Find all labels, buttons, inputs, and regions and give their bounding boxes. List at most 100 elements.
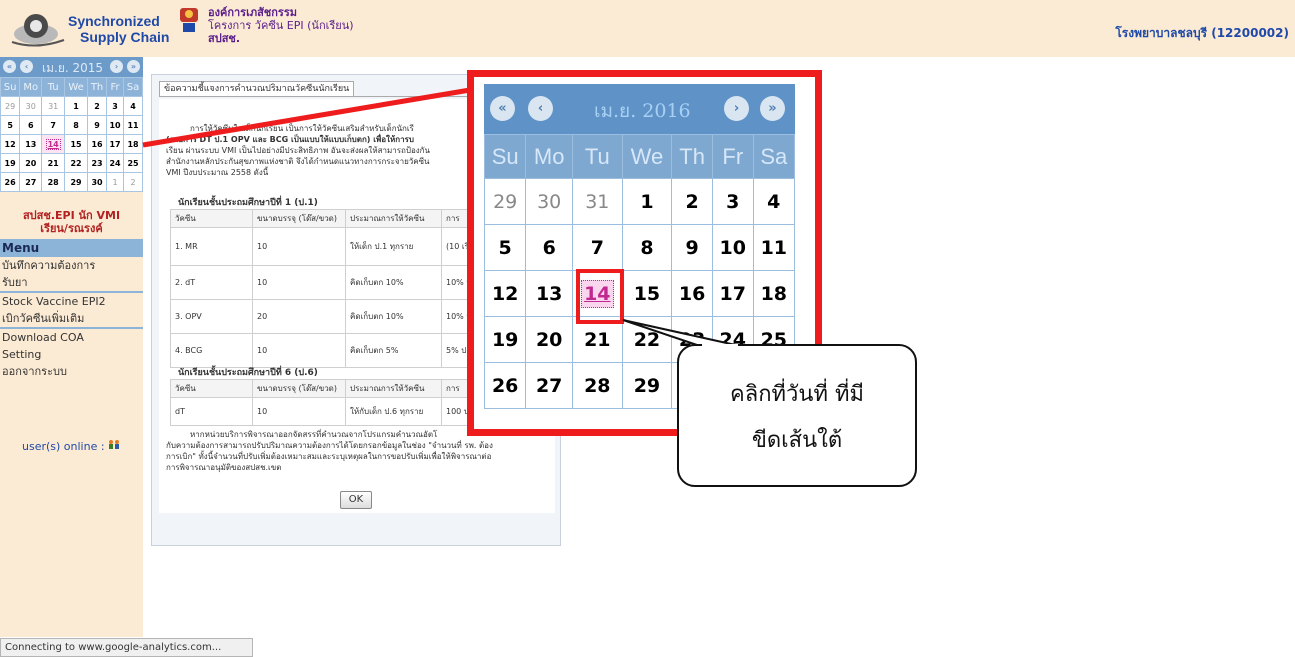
mini-day-cell[interactable]: 21 xyxy=(41,153,65,173)
mini-day-cell[interactable]: 7 xyxy=(41,115,65,135)
zoom-day-cell[interactable]: 27 xyxy=(525,362,574,409)
mini-day-cell[interactable]: 26 xyxy=(0,172,21,192)
mini-day-cell[interactable]: 15 xyxy=(63,134,89,154)
cell-vaccine: 3. OPV xyxy=(170,299,253,334)
mini-calendar-nav: « ‹ เม.ย. 2015 › » xyxy=(0,57,143,77)
zoom-day-cell[interactable]: 29 xyxy=(621,362,673,409)
mini-day-cell[interactable]: 5 xyxy=(0,115,21,135)
zoom-day-cell[interactable]: 17 xyxy=(711,270,754,317)
mini-day-cell[interactable]: 17 xyxy=(105,134,125,154)
dialog-tab[interactable]: ข้อความชี้แจงการคำนวณปริมาณวัคซีนนักเรีย… xyxy=(159,81,355,97)
hospital-name: โรงพยาบาลชลบุรี (12200002) xyxy=(1115,26,1289,40)
zoom-day-cell[interactable]: 16 xyxy=(671,270,713,317)
mini-day-cell[interactable]: 10 xyxy=(105,115,125,135)
epi-label[interactable]: สปสช.EPI นัก VMI เรียน/รณรงค์ xyxy=(0,209,143,235)
mini-day-cell[interactable]: 19 xyxy=(0,153,21,173)
mini-day-cell[interactable]: 9 xyxy=(87,115,107,135)
zoom-day-cell[interactable]: 29 xyxy=(483,178,527,225)
menu-item-receive-drug[interactable]: รับยา xyxy=(0,274,143,291)
mini-next-month-icon[interactable]: › xyxy=(110,60,123,73)
zoom-day-cell[interactable]: 26 xyxy=(483,362,527,409)
zoom-day-cell[interactable]: 28 xyxy=(572,362,623,409)
mini-day-cell[interactable]: 16 xyxy=(87,134,107,154)
agency-name: สปสช. xyxy=(208,32,241,45)
zoom-day-cell[interactable]: 31 xyxy=(572,178,623,225)
zoom-day-cell[interactable]: 9 xyxy=(671,224,713,271)
zoom-day-cell[interactable]: 12 xyxy=(483,270,527,317)
menu-item-download-coa[interactable]: Download COA xyxy=(0,329,143,346)
mini-prev-year-icon[interactable]: « xyxy=(3,60,16,73)
zoom-day-cell[interactable]: 1 xyxy=(621,178,673,225)
menu-title: Menu xyxy=(0,239,143,257)
zoom-day-cell[interactable]: 22 xyxy=(621,316,673,363)
mini-day-cell[interactable]: 13 xyxy=(19,134,43,154)
users-online-label: user(s) online : xyxy=(22,440,105,453)
zoom-day-cell[interactable]: 11 xyxy=(752,224,796,271)
mini-weekday-header: Su xyxy=(0,77,21,97)
cell-estimate: ให้เด็ก ป.1 ทุกราย xyxy=(345,227,442,266)
mini-day-cell[interactable]: 31 xyxy=(41,96,65,116)
menu-item-record-demand[interactable]: บันทึกความต้องการ xyxy=(0,257,143,274)
mini-day-cell[interactable]: 30 xyxy=(19,96,43,116)
mini-day-cell[interactable]: 2 xyxy=(87,96,107,116)
mini-next-year-icon[interactable]: » xyxy=(127,60,140,73)
zoom-next-month-icon[interactable]: › xyxy=(724,96,749,121)
mini-day-cell[interactable]: 6 xyxy=(19,115,43,135)
menu-item-logout[interactable]: ออกจากระบบ xyxy=(0,363,143,380)
zoom-day-cell[interactable]: 4 xyxy=(752,178,796,225)
users-online: user(s) online : xyxy=(22,439,120,453)
zoom-weekday-header: We xyxy=(621,134,673,179)
zoom-day-cell[interactable]: 30 xyxy=(525,178,574,225)
mini-day-cell[interactable]: 1 xyxy=(63,96,89,116)
mini-prev-month-icon[interactable]: ‹ xyxy=(20,60,33,73)
mini-day-cell[interactable]: 11 xyxy=(123,115,143,135)
zoom-day-cell[interactable]: 10 xyxy=(711,224,754,271)
zoom-day-cell[interactable]: 19 xyxy=(483,316,527,363)
menu-item-setting[interactable]: Setting xyxy=(0,346,143,363)
mini-day-cell[interactable]: 2 xyxy=(123,172,143,192)
zoom-week-row: 5 6 7 8 9 10 11 xyxy=(483,224,796,271)
mini-calendar-grid: Su Mo Tu We Th Fr Sa 29 30 31 1 2 3 4 5 6 7 8 9 10 11 12 13 14… xyxy=(0,77,143,192)
mini-day-cell[interactable]: 22 xyxy=(63,153,89,173)
mini-day-cell[interactable]: 25 xyxy=(123,153,143,173)
mini-day-cell[interactable]: 14 xyxy=(41,134,65,154)
mini-weekday-header: Sa xyxy=(123,77,143,97)
zoom-day-cell[interactable]: 20 xyxy=(525,316,574,363)
mini-day-cell[interactable]: 3 xyxy=(105,96,125,116)
table-row: 3. OPV 20 คิดเก็บตก 10% 10% ป.1 xyxy=(170,299,515,334)
col-pack-header: ขนาดบรรจุ (โด๊ส/ขวด) xyxy=(252,379,346,398)
mini-day-cell[interactable]: 23 xyxy=(87,153,107,173)
zoom-next-year-icon[interactable]: » xyxy=(760,96,785,121)
zoom-day-cell[interactable]: 6 xyxy=(525,224,574,271)
mini-day-cell[interactable]: 29 xyxy=(0,96,21,116)
zoom-weekday-header: Mo xyxy=(525,134,574,179)
mini-week-row: 12 13 14 15 16 17 18 xyxy=(0,134,143,154)
mini-day-cell[interactable]: 4 xyxy=(123,96,143,116)
mini-day-cell[interactable]: 18 xyxy=(123,134,143,154)
zoom-day-cell[interactable]: 2 xyxy=(671,178,713,225)
menu-item-stock-vaccine[interactable]: Stock Vaccine EPI2 xyxy=(0,293,143,310)
zoom-prev-year-icon[interactable]: « xyxy=(490,96,515,121)
zoom-prev-month-icon[interactable]: ‹ xyxy=(528,96,553,121)
zoom-day-cell[interactable]: 13 xyxy=(525,270,574,317)
mini-today-date[interactable]: 14 xyxy=(45,138,61,150)
zoom-day-cell[interactable]: 7 xyxy=(572,224,623,271)
zoom-day-cell[interactable]: 8 xyxy=(621,224,673,271)
zoom-day-cell[interactable]: 15 xyxy=(621,270,673,317)
cell-pack: 10 xyxy=(252,333,346,368)
mini-day-cell[interactable]: 20 xyxy=(19,153,43,173)
zoom-day-cell[interactable]: 5 xyxy=(483,224,527,271)
mini-day-cell[interactable]: 27 xyxy=(19,172,43,192)
zoom-weekday-header: Th xyxy=(671,134,713,179)
mini-day-cell[interactable]: 30 xyxy=(87,172,107,192)
zoom-day-cell[interactable]: 18 xyxy=(752,270,796,317)
ok-button[interactable]: OK xyxy=(340,491,372,509)
mini-day-cell[interactable]: 28 xyxy=(41,172,65,192)
mini-day-cell[interactable]: 12 xyxy=(0,134,21,154)
mini-day-cell[interactable]: 29 xyxy=(63,172,89,192)
mini-day-cell[interactable]: 1 xyxy=(105,172,125,192)
zoom-day-cell[interactable]: 3 xyxy=(711,178,754,225)
mini-day-cell[interactable]: 24 xyxy=(105,153,125,173)
mini-day-cell[interactable]: 8 xyxy=(63,115,89,135)
menu-item-extra-vaccine[interactable]: เบิกวัคซีนเพิ่มเติม xyxy=(0,310,143,327)
